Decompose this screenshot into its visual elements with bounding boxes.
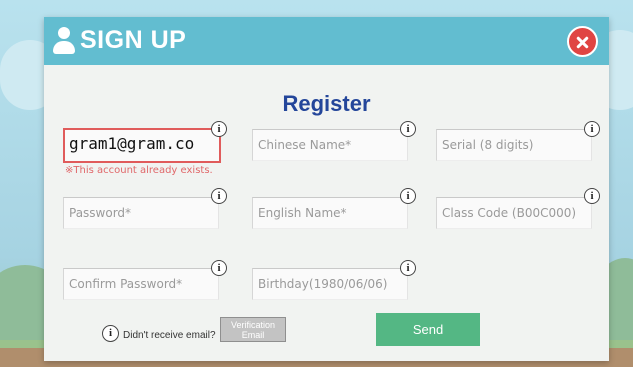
info-icon[interactable]: i [102,325,119,342]
user-icon [53,27,75,55]
info-icon[interactable]: i [400,260,416,276]
info-icon[interactable]: i [211,260,227,276]
signup-dialog: SIGN UP Register gram1@gram.co i ※This a… [44,17,609,361]
chinese-name-field[interactable]: Chinese Name* [252,129,408,161]
serial-field[interactable]: Serial (8 digits) [436,129,592,161]
error-message: ※This account already exists. [65,165,213,176]
verification-label-line2: Email [241,330,265,340]
info-icon[interactable]: i [584,121,600,137]
close-icon[interactable] [567,26,598,57]
dialog-header: SIGN UP [44,17,609,65]
english-name-field[interactable]: English Name* [252,197,408,229]
info-icon[interactable]: i [211,188,227,204]
info-icon[interactable]: i [400,121,416,137]
class-code-field[interactable]: Class Code (B00C000) [436,197,592,229]
info-icon[interactable]: i [211,121,227,137]
verification-label-line1: Verification [230,320,276,330]
confirm-password-field[interactable]: Confirm Password* [63,268,219,300]
birthday-field[interactable]: Birthday(1980/06/06) [252,268,408,300]
info-icon[interactable]: i [584,188,600,204]
didnt-receive-email-text: Didn't receive email? [123,330,216,341]
send-button[interactable]: Send [376,313,480,346]
page-title: Register [282,91,371,116]
info-icon[interactable]: i [400,188,416,204]
verification-email-button[interactable]: Verification Email [220,317,286,342]
dialog-title: SIGN UP [80,26,187,54]
password-field[interactable]: Password* [63,197,219,229]
email-field[interactable]: gram1@gram.co [63,128,221,163]
